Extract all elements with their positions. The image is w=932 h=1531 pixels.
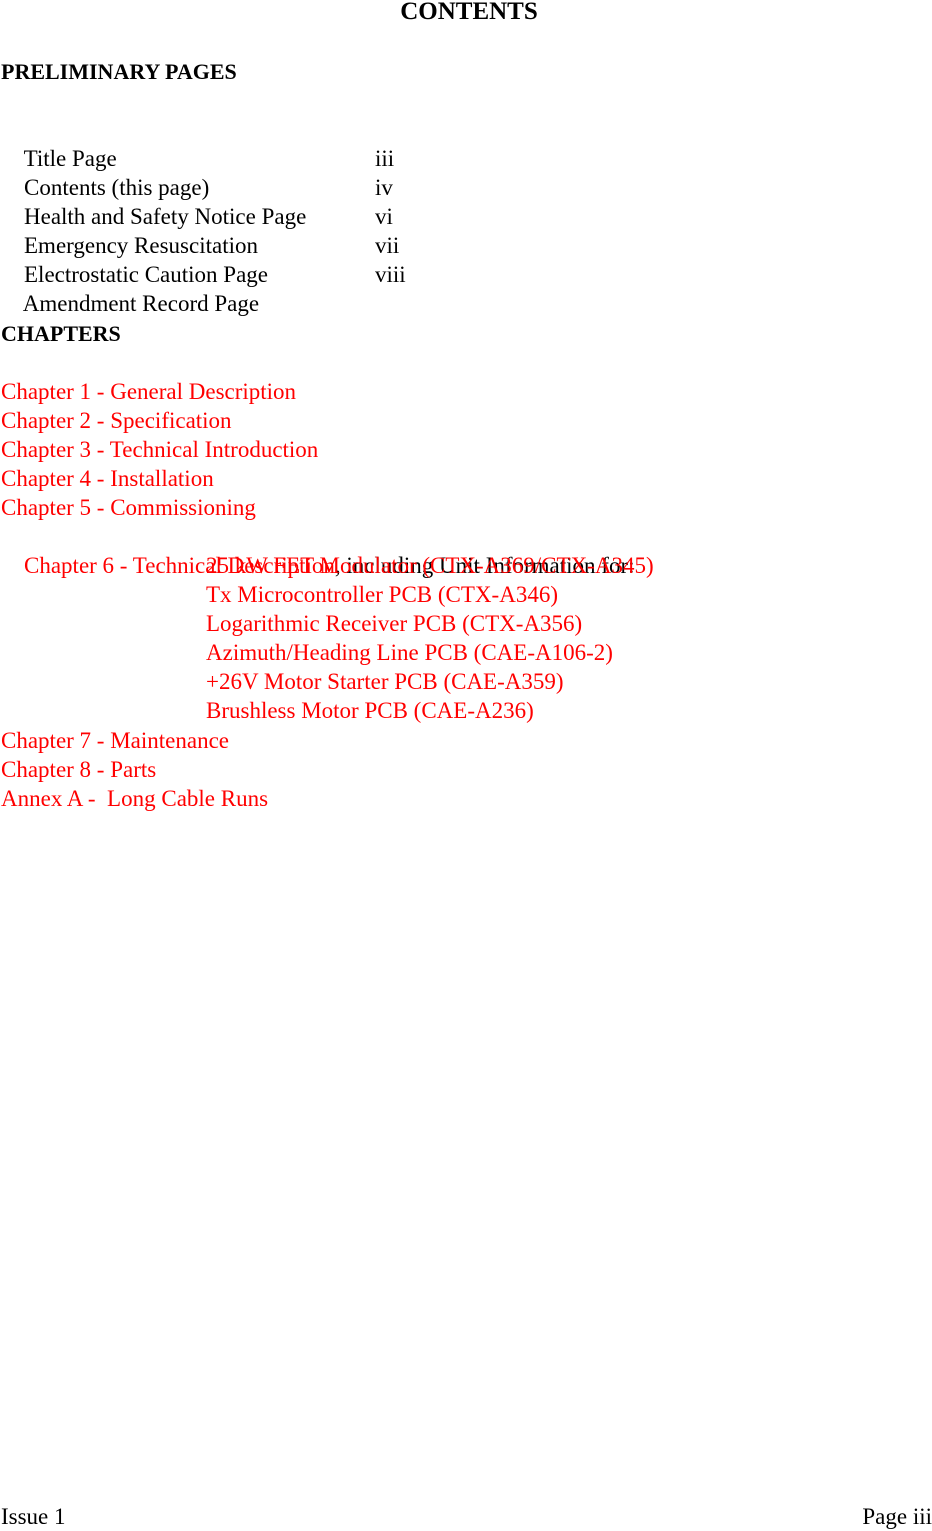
prelim-item-page: vi <box>375 204 393 229</box>
footer-page-number: Page iii <box>862 1504 932 1529</box>
chapter-link-8[interactable]: Chapter 8 - Parts <box>1 755 156 784</box>
chapter-link-5[interactable]: Chapter 5 - Commissioning <box>1 493 256 522</box>
preliminary-heading: PRELIMINARY PAGES <box>1 59 237 84</box>
unit-link-fet-modulator[interactable]: 25 kW FET Modulator (CTX-A369/CTX-A345) <box>206 551 654 580</box>
chapter-link-3[interactable]: Chapter 3 - Technical Introduction <box>1 435 318 464</box>
chapters-heading: CHAPTERS <box>1 321 121 346</box>
unit-link-log-receiver[interactable]: Logarithmic Receiver PCB (CTX-A356) <box>206 609 582 638</box>
prelim-item-page: iv <box>375 175 393 200</box>
unit-link-brushless-motor[interactable]: Brushless Motor PCB (CAE-A236) <box>206 696 534 725</box>
unit-link-tx-microcontroller[interactable]: Tx Microcontroller PCB (CTX-A346) <box>206 580 558 609</box>
page-title: CONTENTS <box>400 0 538 25</box>
prelim-item-page: iii <box>375 146 395 171</box>
chapter-link-4[interactable]: Chapter 4 - Installation <box>1 464 214 493</box>
prelim-item-amendment: Amendment Record Page viii <box>1 260 406 376</box>
annex-link-a[interactable]: Annex A - Long Cable Runs <box>1 784 268 813</box>
prelim-item-label: Amendment Record Page <box>22 291 260 316</box>
unit-link-azimuth-heading[interactable]: Azimuth/Heading Line PCB (CAE-A106-2) <box>206 638 613 667</box>
chapter-link-2[interactable]: Chapter 2 - Specification <box>1 406 232 435</box>
chapter-link-1[interactable]: Chapter 1 - General Description <box>1 377 296 406</box>
unit-link-motor-starter[interactable]: +26V Motor Starter PCB (CAE-A359) <box>206 667 564 696</box>
chapter-link-7[interactable]: Chapter 7 - Maintenance <box>1 726 229 755</box>
prelim-item-page: viii <box>375 262 406 287</box>
footer-issue: Issue 1 <box>1 1504 66 1529</box>
prelim-item-page: vii <box>375 233 400 258</box>
